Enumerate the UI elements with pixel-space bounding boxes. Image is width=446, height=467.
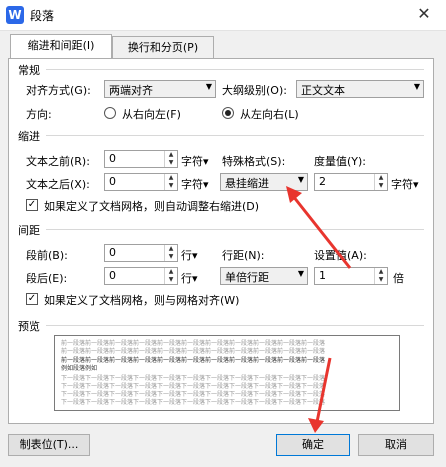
spacing-divider — [46, 229, 424, 230]
ok-button[interactable]: 确定 — [276, 434, 350, 456]
measure-input[interactable]: 2 ▲ ▼ — [314, 173, 388, 191]
indent-before-value: 0 — [109, 152, 116, 165]
outline-level-label: 大纲级别(O): — [222, 84, 287, 97]
indent-before-unit[interactable]: 字符▾ — [181, 153, 209, 169]
indent-after-unit[interactable]: 字符▾ — [181, 176, 209, 192]
chevron-down-icon: ▼ — [297, 175, 304, 184]
indent-after-label: 文本之后(X): — [26, 178, 90, 191]
chevron-down-icon: ▼ — [413, 82, 420, 91]
rtl-radio[interactable] — [104, 107, 116, 119]
alignment-select[interactable]: 两端对齐 ▼ — [104, 80, 216, 98]
auto-adjust-checkbox[interactable]: ✓ — [26, 199, 38, 211]
measure-label: 度量值(Y): — [314, 155, 367, 168]
preview-next-paragraph: 下一段落下一段落下一段落下一段落下一段落下一段落下一段落下一段落下一段落下一段落… — [61, 391, 326, 398]
preview-sample-text: 例如段落例如 — [61, 365, 98, 372]
space-after-input[interactable]: 0 ▲ ▼ — [104, 267, 178, 285]
spacing-section-header: 间距 — [18, 224, 40, 237]
indent-section-header: 缩进 — [18, 130, 40, 143]
indent-before-label: 文本之前(R): — [26, 155, 90, 168]
special-format-label: 特殊格式(S): — [222, 155, 286, 168]
tab-stops-button[interactable]: 制表位(T)... — [8, 434, 90, 456]
space-before-value: 0 — [109, 246, 116, 259]
setting-value-unit: 倍 — [393, 272, 404, 285]
chevron-down-icon: ▼ — [205, 82, 212, 91]
spinner-arrows-icon[interactable]: ▲ ▼ — [164, 245, 177, 261]
measure-unit[interactable]: 字符▾ — [391, 176, 419, 192]
spinner-arrows-icon[interactable]: ▲ ▼ — [374, 174, 387, 190]
outline-level-value: 正文文本 — [301, 84, 345, 97]
ltr-radio[interactable] — [222, 107, 234, 119]
spinner-arrows-icon[interactable]: ▲ ▼ — [164, 268, 177, 284]
preview-sample-text: 前一段落前一段落前一段落前一段落前一段落前一段落前一段落前一段落前一段落前一段落… — [61, 357, 326, 364]
tab-line-page-breaks[interactable]: 换行和分页(P) — [112, 36, 214, 59]
space-after-unit[interactable]: 行▾ — [181, 270, 198, 286]
grid-align-checkbox[interactable]: ✓ — [26, 293, 38, 305]
wps-writer-icon: W — [6, 6, 24, 24]
title-bar: W 段落 ✕ — [0, 0, 446, 31]
line-spacing-label: 行距(N): — [222, 249, 265, 262]
rtl-radio-label[interactable]: 从右向左(F) — [122, 106, 181, 122]
spinner-arrows-icon[interactable]: ▲ ▼ — [164, 174, 177, 190]
setting-value-input[interactable]: 1 ▲ ▼ — [314, 267, 388, 285]
preview-box: 前一段落前一段落前一段落前一段落前一段落前一段落前一段落前一段落前一段落前一段落… — [54, 335, 400, 411]
space-after-value: 0 — [109, 269, 116, 282]
window-title: 段落 — [30, 9, 55, 23]
preview-section-header: 预览 — [18, 320, 40, 333]
preview-prev-paragraph: 前一段落前一段落前一段落前一段落前一段落前一段落前一段落前一段落前一段落前一段落… — [61, 348, 326, 355]
indent-after-input[interactable]: 0 ▲ ▼ — [104, 173, 178, 191]
special-format-value: 悬挂缩进 — [225, 177, 269, 190]
line-spacing-select[interactable]: 单倍行距 ▼ — [220, 267, 308, 285]
indent-divider — [46, 135, 424, 136]
tab-indent-spacing[interactable]: 缩进和间距(I) — [10, 34, 112, 59]
auto-adjust-label[interactable]: 如果定义了文档网格，则自动调整右缩进(D) — [44, 198, 259, 214]
chevron-down-icon: ▼ — [297, 269, 304, 278]
grid-align-label[interactable]: 如果定义了文档网格，则与网格对齐(W) — [44, 292, 239, 308]
space-before-input[interactable]: 0 ▲ ▼ — [104, 244, 178, 262]
outline-level-select[interactable]: 正文文本 ▼ — [296, 80, 424, 98]
cancel-button[interactable]: 取消 — [358, 434, 434, 456]
special-format-select[interactable]: 悬挂缩进 ▼ — [220, 173, 308, 191]
general-section-header: 常规 — [18, 64, 40, 77]
close-icon[interactable]: ✕ — [410, 3, 438, 25]
setting-value-value: 1 — [319, 269, 326, 282]
preview-prev-paragraph: 前一段落前一段落前一段落前一段落前一段落前一段落前一段落前一段落前一段落前一段落… — [61, 340, 326, 347]
alignment-label: 对齐方式(G): — [26, 84, 91, 97]
setting-value-label: 设置值(A): — [314, 249, 367, 262]
measure-value: 2 — [319, 175, 326, 188]
spinner-arrows-icon[interactable]: ▲ ▼ — [164, 151, 177, 167]
spinner-arrows-icon[interactable]: ▲ ▼ — [374, 268, 387, 284]
indent-after-value: 0 — [109, 175, 116, 188]
preview-next-paragraph: 下一段落下一段落下一段落下一段落下一段落下一段落下一段落下一段落下一段落下一段落… — [61, 399, 326, 406]
preview-next-paragraph: 下一段落下一段落下一段落下一段落下一段落下一段落下一段落下一段落下一段落下一段落… — [61, 383, 326, 390]
indent-before-input[interactable]: 0 ▲ ▼ — [104, 150, 178, 168]
space-before-label: 段前(B): — [26, 249, 68, 262]
direction-label: 方向: — [26, 108, 52, 121]
line-spacing-value: 单倍行距 — [225, 271, 269, 284]
alignment-value: 两端对齐 — [109, 84, 153, 97]
general-divider — [46, 69, 424, 70]
space-before-unit[interactable]: 行▾ — [181, 247, 198, 263]
ltr-radio-label[interactable]: 从左向右(L) — [240, 106, 299, 122]
preview-next-paragraph: 下一段落下一段落下一段落下一段落下一段落下一段落下一段落下一段落下一段落下一段落… — [61, 375, 326, 382]
space-after-label: 段后(E): — [26, 272, 68, 285]
preview-divider — [46, 325, 424, 326]
